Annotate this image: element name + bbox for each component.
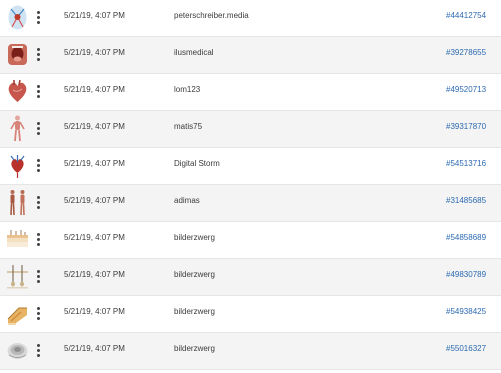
skin-sample-thumbnail-icon[interactable] (5, 336, 30, 365)
author-label: bilderzwerg (174, 344, 215, 353)
list-item[interactable]: 5/21/19, 4:07 PM peterschreiber.media #4… (0, 0, 501, 37)
list-item[interactable]: 5/21/19, 4:07 PM bilderzwerg #54858689 (0, 222, 501, 259)
human-body-anatomy-thumbnail-icon[interactable] (5, 114, 30, 143)
date-label: 5/21/19, 4:07 PM (64, 122, 125, 131)
heart-vessels-thumbnail-icon[interactable] (5, 151, 30, 180)
date-label: 5/21/19, 4:07 PM (64, 307, 125, 316)
asset-id-link[interactable]: #31485685 (446, 196, 486, 205)
asset-id-link[interactable]: #54858689 (446, 233, 486, 242)
date-label: 5/21/19, 4:07 PM (64, 48, 125, 57)
asset-id-link[interactable]: #54513716 (446, 159, 486, 168)
author-label: bilderzwerg (174, 307, 215, 316)
asset-id-link[interactable]: #55016327 (446, 344, 486, 353)
more-options-button[interactable] (33, 8, 43, 28)
hair-follicle-thumbnail-icon[interactable] (5, 262, 30, 291)
author-label: adimas (174, 196, 200, 205)
more-options-button[interactable] (33, 230, 43, 250)
more-options-button[interactable] (33, 304, 43, 324)
author-label: Digital Storm (174, 159, 220, 168)
skin-layers-thumbnail-icon[interactable] (5, 225, 30, 254)
asset-id-link[interactable]: #54938425 (446, 307, 486, 316)
author-label: ilusmedical (174, 48, 214, 57)
author-label: bilderzwerg (174, 270, 215, 279)
date-label: 5/21/19, 4:07 PM (64, 159, 125, 168)
date-label: 5/21/19, 4:07 PM (64, 196, 125, 205)
mouth-throat-thumbnail-icon[interactable] (5, 40, 30, 69)
more-options-button[interactable] (33, 156, 43, 176)
more-options-button[interactable] (33, 82, 43, 102)
asset-list: 5/21/19, 4:07 PM peterschreiber.media #4… (0, 0, 501, 373)
body-muscles-thumbnail-icon[interactable] (5, 188, 30, 217)
list-item[interactable]: 5/21/19, 4:07 PM bilderzwerg #54938425 (0, 296, 501, 333)
more-options-button[interactable] (33, 341, 43, 361)
more-options-button[interactable] (33, 193, 43, 213)
list-item[interactable]: 5/21/19, 4:07 PM ilusmedical #39278655 (0, 37, 501, 74)
list-item[interactable]: 5/21/19, 4:07 PM adimas #31485685 (0, 185, 501, 222)
asset-id-link[interactable]: #39278655 (446, 48, 486, 57)
list-item[interactable]: 5/21/19, 4:07 PM Digital Storm #54513716 (0, 148, 501, 185)
more-options-button[interactable] (33, 45, 43, 65)
asset-id-link[interactable]: #39317870 (446, 122, 486, 131)
date-label: 5/21/19, 4:07 PM (64, 233, 125, 242)
list-item[interactable]: 5/21/19, 4:07 PM lom123 #49520713 (0, 74, 501, 111)
heart-circulatory-thumbnail-icon[interactable] (5, 3, 30, 32)
asset-id-link[interactable]: #49830789 (446, 270, 486, 279)
asset-id-link[interactable]: #44412754 (446, 11, 486, 20)
asset-id-link[interactable]: #49520713 (446, 85, 486, 94)
list-item[interactable]: 5/21/19, 4:07 PM matis75 #39317870 (0, 111, 501, 148)
author-label: matis75 (174, 122, 203, 131)
list-item[interactable]: 5/21/19, 4:07 PM bilderzwerg #49830789 (0, 259, 501, 296)
skin-cross-section-thumbnail-icon[interactable] (5, 299, 30, 328)
more-options-button[interactable] (33, 267, 43, 287)
more-options-button[interactable] (33, 119, 43, 139)
date-label: 5/21/19, 4:07 PM (64, 344, 125, 353)
author-label: lom123 (174, 85, 201, 94)
date-label: 5/21/19, 4:07 PM (64, 11, 125, 20)
author-label: bilderzwerg (174, 233, 215, 242)
heart-organ-thumbnail-icon[interactable] (5, 77, 30, 106)
author-label: peterschreiber.media (174, 11, 249, 20)
list-item[interactable]: 5/21/19, 4:07 PM bilderzwerg #55016327 (0, 333, 501, 370)
date-label: 5/21/19, 4:07 PM (64, 85, 125, 94)
date-label: 5/21/19, 4:07 PM (64, 270, 125, 279)
